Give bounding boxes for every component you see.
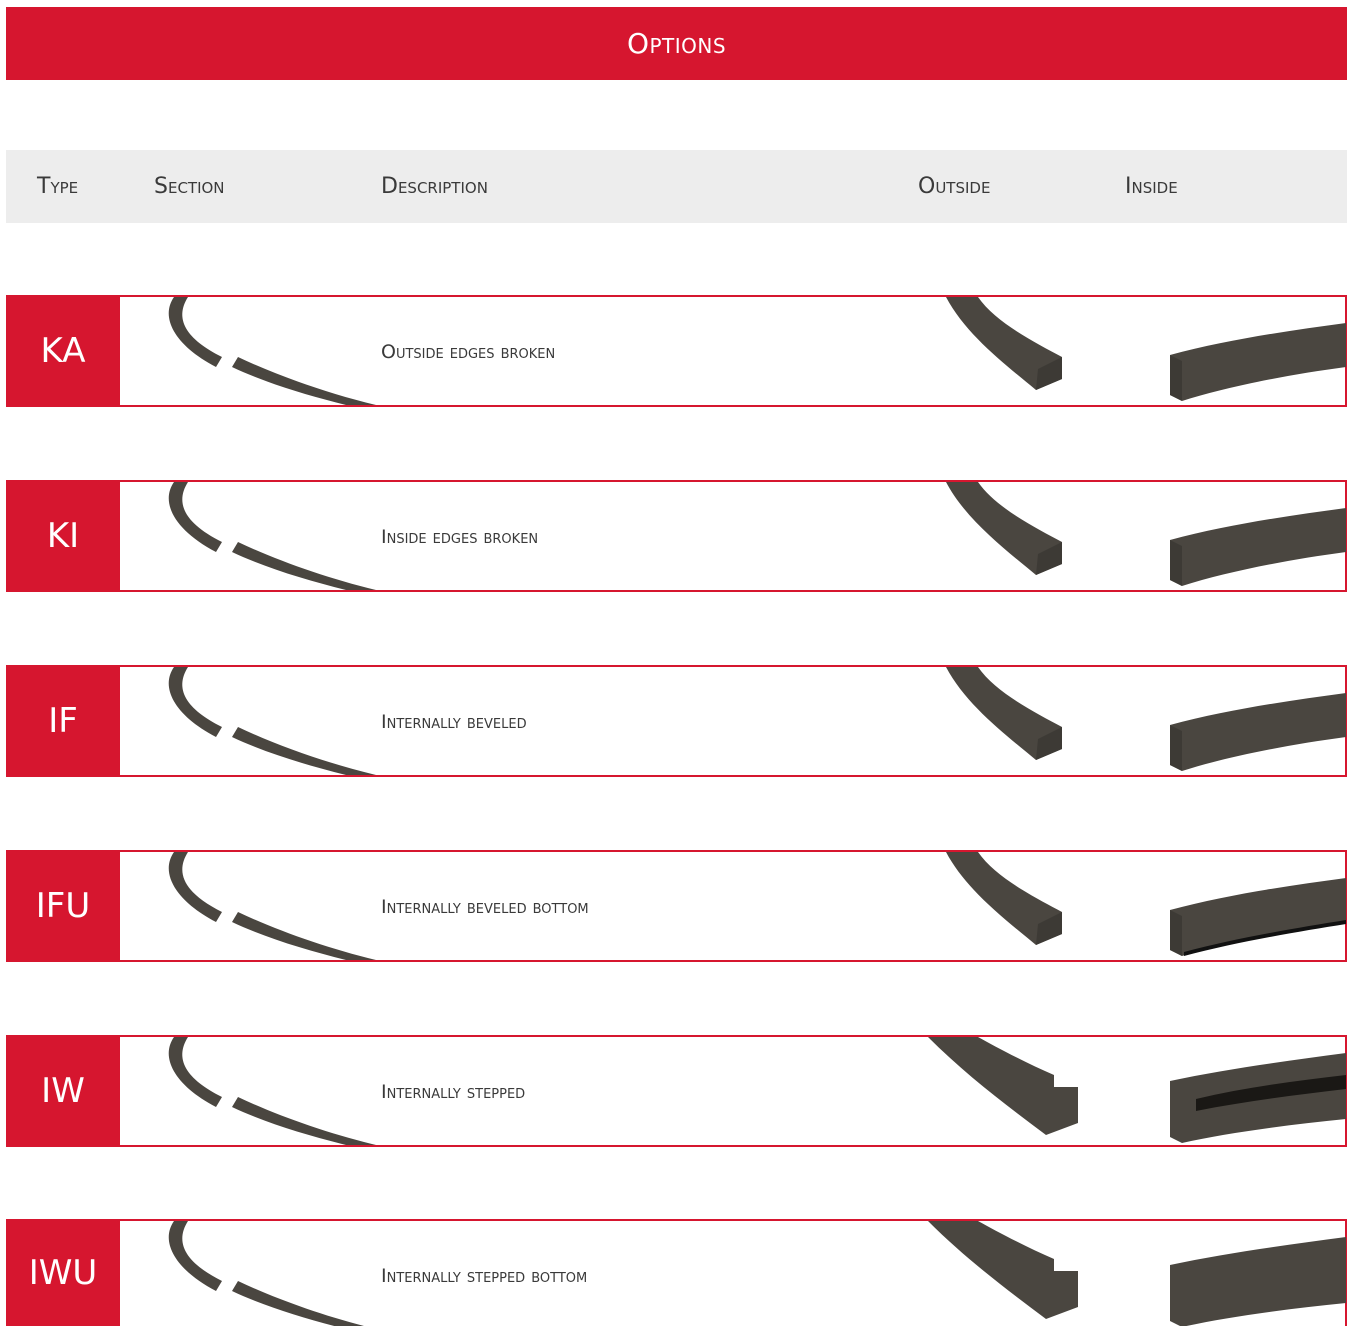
header-inside: Inside: [1125, 174, 1178, 199]
option-row: KA Outside edges broken: [6, 295, 1347, 407]
type-code: IWU: [6, 1219, 120, 1326]
outside-image: [926, 295, 1096, 405]
outside-image: [926, 480, 1096, 590]
row-description: Internally beveled bottom: [381, 896, 589, 918]
row-description: Internally beveled: [381, 711, 527, 733]
section-image: [156, 480, 376, 590]
type-code: IW: [6, 1035, 120, 1147]
section-image: [156, 1219, 376, 1326]
type-code: IFU: [6, 850, 120, 962]
inside-image: [1156, 1035, 1346, 1145]
header-outside: Outside: [918, 174, 991, 199]
outside-image: [926, 1035, 1096, 1145]
header-section: Section: [154, 174, 225, 199]
options-banner: Options: [6, 7, 1347, 80]
banner-title: Options: [626, 27, 727, 60]
type-code: KA: [6, 295, 120, 407]
type-code: KI: [6, 480, 120, 592]
option-row: IFU Internally beveled bottom: [6, 850, 1347, 962]
section-image: [156, 1035, 376, 1145]
option-row: IWU Internally stepped bottom: [6, 1219, 1347, 1326]
row-description: Internally stepped bottom: [381, 1265, 588, 1287]
option-row: KI Inside edges broken: [6, 480, 1347, 592]
header-type: Type: [37, 174, 79, 199]
section-image: [156, 850, 376, 960]
row-description: Inside edges broken: [381, 526, 539, 548]
outside-image: [926, 665, 1096, 775]
section-image: [156, 295, 376, 405]
inside-image: [1156, 480, 1346, 590]
option-row: IF Internally beveled: [6, 665, 1347, 777]
table-header: Type Section Description Outside Inside: [6, 150, 1347, 223]
option-row: IW Internally stepped: [6, 1035, 1347, 1147]
row-description: Outside edges broken: [381, 341, 556, 363]
inside-image: [1156, 665, 1346, 775]
inside-image: [1156, 295, 1346, 405]
type-code: IF: [6, 665, 120, 777]
section-image: [156, 665, 376, 775]
inside-image: [1156, 1219, 1346, 1326]
header-description: Description: [381, 174, 488, 199]
row-description: Internally stepped: [381, 1081, 526, 1103]
outside-image: [926, 850, 1096, 960]
outside-image: [926, 1219, 1096, 1326]
inside-image: [1156, 850, 1346, 960]
